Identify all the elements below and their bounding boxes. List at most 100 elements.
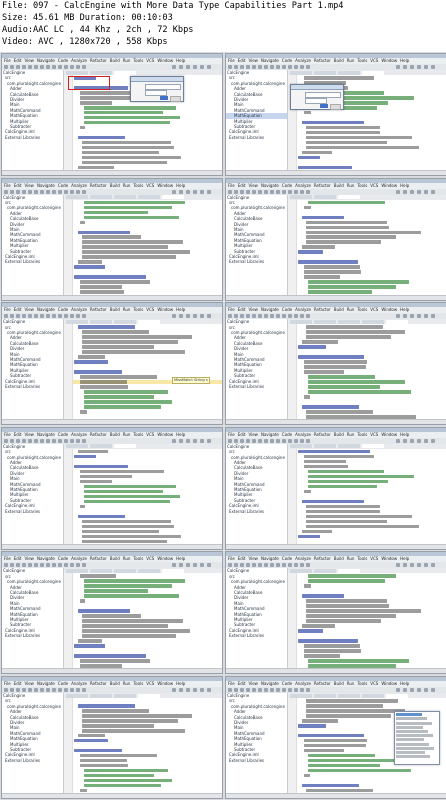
toolbar-icon[interactable] <box>58 314 62 319</box>
project-tree-item[interactable]: com.pluralsight.calcengine <box>226 579 287 584</box>
menu-item[interactable]: Build <box>110 307 120 312</box>
toolbar-icon[interactable] <box>200 65 204 69</box>
toolbar-icon[interactable] <box>276 563 280 568</box>
toolbar-icon[interactable] <box>270 65 274 69</box>
menu-item[interactable]: Run <box>123 183 131 188</box>
menu-item[interactable]: Run <box>347 432 355 437</box>
menu-item[interactable]: Navigate <box>37 58 55 63</box>
toolbar-icon[interactable] <box>403 65 407 69</box>
menu-item[interactable]: Code <box>282 681 292 686</box>
toolbar-icon[interactable] <box>258 563 262 568</box>
menu-item[interactable]: Navigate <box>261 307 279 312</box>
menu-item[interactable]: Window <box>381 681 397 686</box>
menu-item[interactable]: Analyze <box>295 556 311 561</box>
toolbar-icon[interactable] <box>10 189 14 194</box>
code-editor[interactable] <box>64 199 222 296</box>
editor-tab[interactable] <box>66 70 88 75</box>
editor-tab[interactable] <box>90 444 112 449</box>
menu-item[interactable]: File <box>4 681 11 686</box>
class-name-field[interactable] <box>145 84 181 90</box>
editor-tab[interactable] <box>338 70 360 75</box>
menu-item[interactable]: Tools <box>133 432 143 437</box>
toolbar-icon[interactable] <box>34 314 38 319</box>
toolbar-icon[interactable] <box>396 438 400 443</box>
toolbar-icon[interactable] <box>240 438 244 443</box>
menu-item[interactable]: Window <box>381 58 397 63</box>
editor-tab[interactable] <box>362 693 384 698</box>
toolbar-icon[interactable] <box>179 65 183 69</box>
toolbar-icon[interactable] <box>16 314 20 319</box>
menu-item[interactable]: Refactor <box>90 681 107 686</box>
editor-tab[interactable] <box>386 319 408 324</box>
toolbar-icon[interactable] <box>424 688 428 692</box>
editor-tab[interactable] <box>114 568 136 573</box>
toolbar-icon[interactable] <box>16 563 20 568</box>
toolbar-icon[interactable] <box>193 438 197 443</box>
menu-item[interactable]: Code <box>282 183 292 188</box>
toolbar-icon[interactable] <box>22 688 26 692</box>
toolbar-icon[interactable] <box>70 189 74 194</box>
toolbar-icon[interactable] <box>306 688 310 692</box>
toolbar-icon[interactable] <box>207 314 211 319</box>
toolbar-icon[interactable] <box>193 189 197 194</box>
toolbar-icon[interactable] <box>22 438 26 443</box>
toolbar-icon[interactable] <box>40 189 44 194</box>
menu-item[interactable]: Code <box>58 307 68 312</box>
menu-item[interactable]: VCS <box>370 183 378 188</box>
toolbar-icon[interactable] <box>46 438 50 443</box>
toolbar-icon[interactable] <box>258 189 262 194</box>
toolbar-icon[interactable] <box>424 563 428 568</box>
menu-item[interactable]: Analyze <box>295 681 311 686</box>
toolbar-icon[interactable] <box>82 688 86 692</box>
editor-tab[interactable] <box>338 195 360 200</box>
menu-item[interactable]: Refactor <box>90 432 107 437</box>
project-tree-item[interactable]: External Libraries <box>226 135 287 140</box>
menu-item[interactable]: Build <box>110 183 120 188</box>
toolbar-icon[interactable] <box>424 65 428 69</box>
menu-item[interactable]: VCS <box>146 307 154 312</box>
code-editor[interactable] <box>288 324 446 421</box>
toolbar-icon[interactable] <box>258 65 262 69</box>
toolbar-icon[interactable] <box>52 688 56 692</box>
toolbar-icon[interactable] <box>200 314 204 319</box>
editor-tab[interactable] <box>362 444 384 449</box>
menu-item[interactable]: Analyze <box>71 58 87 63</box>
toolbar-icon[interactable] <box>240 688 244 692</box>
toolbar-icon[interactable] <box>282 438 286 443</box>
toolbar-icon[interactable] <box>28 314 32 319</box>
editor-tab[interactable] <box>162 568 184 573</box>
menu-item[interactable]: Edit <box>238 307 246 312</box>
toolbar-icon[interactable] <box>172 688 176 692</box>
menu-item[interactable]: Code <box>58 681 68 686</box>
toolbar-icon[interactable] <box>4 438 8 443</box>
toolbar-icon[interactable] <box>22 563 26 568</box>
menu-item[interactable]: View <box>248 183 258 188</box>
toolbar-icon[interactable] <box>4 688 8 692</box>
toolbar-icon[interactable] <box>52 189 56 194</box>
toolbar-icon[interactable] <box>76 438 80 443</box>
toolbar-icon[interactable] <box>258 314 262 319</box>
toolbar-icon[interactable] <box>417 314 421 319</box>
toolbar-icon[interactable] <box>417 563 421 568</box>
menu-item[interactable]: VCS <box>146 58 154 63</box>
menu-item[interactable]: Refactor <box>90 58 107 63</box>
toolbar-icon[interactable] <box>424 314 428 319</box>
menu-item[interactable]: View <box>24 556 34 561</box>
toolbar-icon[interactable] <box>258 688 262 692</box>
editor-tab[interactable] <box>66 195 88 200</box>
editor-tab[interactable] <box>114 444 136 449</box>
project-tree-item[interactable]: External Libraries <box>226 509 287 514</box>
menu-item[interactable]: Navigate <box>37 183 55 188</box>
toolbar-icon[interactable] <box>28 189 32 194</box>
toolbar-icon[interactable] <box>424 438 428 443</box>
toolbar-icon[interactable] <box>76 563 80 568</box>
toolbar-icon[interactable] <box>396 688 400 692</box>
menu-item[interactable]: View <box>24 307 34 312</box>
toolbar-icon[interactable] <box>172 563 176 568</box>
toolbar-icon[interactable] <box>34 563 38 568</box>
menu-item[interactable]: Refactor <box>314 681 331 686</box>
completion-item[interactable] <box>396 750 425 754</box>
toolbar-icon[interactable] <box>264 314 268 319</box>
toolbar-icon[interactable] <box>179 438 183 443</box>
toolbar-icon[interactable] <box>288 563 292 568</box>
